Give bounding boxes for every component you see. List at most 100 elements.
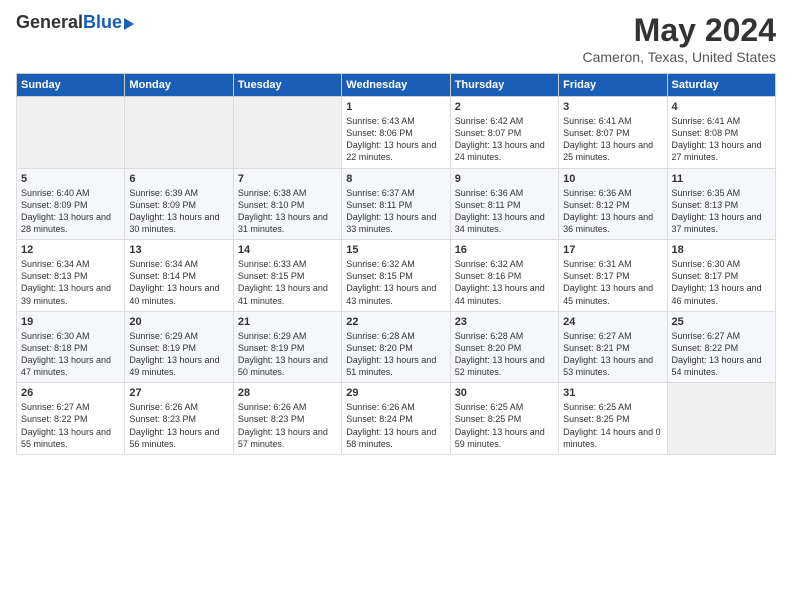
day-number: 3 (563, 101, 662, 113)
calendar-cell: 17Sunrise: 6:31 AMSunset: 8:17 PMDayligh… (559, 240, 667, 312)
day-number: 10 (563, 173, 662, 185)
day-info: Sunrise: 6:43 AMSunset: 8:06 PMDaylight:… (346, 115, 445, 164)
day-info: Sunrise: 6:34 AMSunset: 8:13 PMDaylight:… (21, 258, 120, 307)
day-info: Sunrise: 6:28 AMSunset: 8:20 PMDaylight:… (346, 330, 445, 379)
calendar-cell: 25Sunrise: 6:27 AMSunset: 8:22 PMDayligh… (667, 311, 775, 383)
calendar-header: SundayMondayTuesdayWednesdayThursdayFrid… (17, 74, 776, 97)
page: General Blue May 2024 Cameron, Texas, Un… (0, 0, 792, 612)
column-header-wednesday: Wednesday (342, 74, 450, 97)
calendar-cell: 16 Sunrise: 6:32 AMSunset: 8:16 PMDayligh… (450, 240, 558, 312)
day-info: Sunrise: 6:30 AMSunset: 8:17 PMDaylight:… (672, 258, 771, 307)
week-row-2: 12 Sunrise: 6:34 AMSunset: 8:13 PMDayligh… (17, 240, 776, 312)
day-info: Sunrise: 6:36 AMSunset: 8:12 PMDaylight:… (563, 187, 662, 236)
week-row-4: 26 Sunrise: 6:27 AMSunset: 8:22 PMDayligh… (17, 383, 776, 455)
calendar-cell: 19 Sunrise: 6:30 AMSunset: 8:18 PMDayligh… (17, 311, 125, 383)
day-number: 30 (455, 387, 554, 399)
day-info: Sunrise: 6:42 AMSunset: 8:07 PMDaylight:… (455, 115, 554, 164)
calendar-cell: 21Sunrise: 6:29 AMSunset: 8:19 PMDayligh… (233, 311, 341, 383)
day-number: 8 (346, 173, 445, 185)
calendar-cell: 8 Sunrise: 6:37 AMSunset: 8:11 PMDaylight… (342, 168, 450, 240)
calendar-cell: 29Sunrise: 6:26 AMSunset: 8:24 PMDayligh… (342, 383, 450, 455)
logo: General Blue (16, 12, 134, 33)
logo-blue: Blue (83, 12, 122, 33)
calendar-cell: 7Sunrise: 6:38 AMSunset: 8:10 PMDaylight… (233, 168, 341, 240)
calendar-cell: 12 Sunrise: 6:34 AMSunset: 8:13 PMDayligh… (17, 240, 125, 312)
week-row-1: 5 Sunrise: 6:40 AMSunset: 8:09 PMDaylight… (17, 168, 776, 240)
calendar-cell (17, 97, 125, 169)
subtitle: Cameron, Texas, United States (582, 49, 776, 65)
calendar-cell: 6Sunrise: 6:39 AMSunset: 8:09 PMDaylight… (125, 168, 233, 240)
day-number: 12 (21, 244, 120, 256)
calendar-body: 1 Sunrise: 6:43 AMSunset: 8:06 PMDaylight… (17, 97, 776, 455)
day-info: Sunrise: 6:34 AMSunset: 8:14 PMDaylight:… (129, 258, 228, 307)
day-number: 11 (672, 173, 771, 185)
day-info: Sunrise: 6:26 AMSunset: 8:23 PMDaylight:… (238, 401, 337, 450)
day-info: Sunrise: 6:33 AMSunset: 8:15 PMDaylight:… (238, 258, 337, 307)
day-number: 2 (455, 101, 554, 113)
calendar-cell: 13 Sunrise: 6:34 AMSunset: 8:14 PMDayligh… (125, 240, 233, 312)
column-header-saturday: Saturday (667, 74, 775, 97)
day-info: Sunrise: 6:41 AMSunset: 8:08 PMDaylight:… (672, 115, 771, 164)
day-number: 21 (238, 316, 337, 328)
header: General Blue May 2024 Cameron, Texas, Un… (16, 12, 776, 65)
calendar-cell: 28 Sunrise: 6:26 AMSunset: 8:23 PMDayligh… (233, 383, 341, 455)
day-info: Sunrise: 6:26 AMSunset: 8:24 PMDaylight:… (346, 401, 445, 450)
day-number: 9 (455, 173, 554, 185)
logo-arrow-icon (124, 18, 134, 30)
calendar-cell: 31Sunrise: 6:25 AMSunset: 8:25 PMDayligh… (559, 383, 667, 455)
day-number: 26 (21, 387, 120, 399)
calendar-cell: 2 Sunrise: 6:42 AMSunset: 8:07 PMDaylight… (450, 97, 558, 169)
calendar-cell (233, 97, 341, 169)
calendar-cell: 5 Sunrise: 6:40 AMSunset: 8:09 PMDaylight… (17, 168, 125, 240)
calendar-cell: 15 Sunrise: 6:32 AMSunset: 8:15 PMDayligh… (342, 240, 450, 312)
day-number: 22 (346, 316, 445, 328)
day-number: 16 (455, 244, 554, 256)
column-header-sunday: Sunday (17, 74, 125, 97)
calendar-cell (125, 97, 233, 169)
calendar-cell: 1 Sunrise: 6:43 AMSunset: 8:06 PMDaylight… (342, 97, 450, 169)
week-row-0: 1 Sunrise: 6:43 AMSunset: 8:06 PMDaylight… (17, 97, 776, 169)
day-number: 28 (238, 387, 337, 399)
week-row-3: 19 Sunrise: 6:30 AMSunset: 8:18 PMDayligh… (17, 311, 776, 383)
day-info: Sunrise: 6:27 AMSunset: 8:22 PMDaylight:… (21, 401, 120, 450)
day-number: 23 (455, 316, 554, 328)
day-info: Sunrise: 6:32 AMSunset: 8:15 PMDaylight:… (346, 258, 445, 307)
day-number: 4 (672, 101, 771, 113)
calendar-cell: 11 Sunrise: 6:35 AMSunset: 8:13 PMDayligh… (667, 168, 775, 240)
day-info: Sunrise: 6:32 AMSunset: 8:16 PMDaylight:… (455, 258, 554, 307)
calendar-cell: 10 Sunrise: 6:36 AMSunset: 8:12 PMDayligh… (559, 168, 667, 240)
day-info: Sunrise: 6:31 AMSunset: 8:17 PMDaylight:… (563, 258, 662, 307)
day-number: 25 (672, 316, 771, 328)
main-title: May 2024 (582, 12, 776, 49)
day-number: 5 (21, 173, 120, 185)
day-number: 1 (346, 101, 445, 113)
day-info: Sunrise: 6:29 AMSunset: 8:19 PMDaylight:… (129, 330, 228, 379)
calendar-cell: 22 Sunrise: 6:28 AMSunset: 8:20 PMDayligh… (342, 311, 450, 383)
day-info: Sunrise: 6:37 AMSunset: 8:11 PMDaylight:… (346, 187, 445, 236)
day-number: 24 (563, 316, 662, 328)
header-row: SundayMondayTuesdayWednesdayThursdayFrid… (17, 74, 776, 97)
day-info: Sunrise: 6:40 AMSunset: 8:09 PMDaylight:… (21, 187, 120, 236)
calendar-cell: 18 Sunrise: 6:30 AMSunset: 8:17 PMDayligh… (667, 240, 775, 312)
day-number: 19 (21, 316, 120, 328)
day-number: 31 (563, 387, 662, 399)
calendar-cell: 14 Sunrise: 6:33 AMSunset: 8:15 PMDayligh… (233, 240, 341, 312)
day-info: Sunrise: 6:35 AMSunset: 8:13 PMDaylight:… (672, 187, 771, 236)
day-info: Sunrise: 6:27 AMSunset: 8:21 PMDaylight:… (563, 330, 662, 379)
day-number: 15 (346, 244, 445, 256)
column-header-tuesday: Tuesday (233, 74, 341, 97)
column-header-thursday: Thursday (450, 74, 558, 97)
calendar-table: SundayMondayTuesdayWednesdayThursdayFrid… (16, 73, 776, 455)
calendar-cell: 4 Sunrise: 6:41 AMSunset: 8:08 PMDaylight… (667, 97, 775, 169)
day-number: 18 (672, 244, 771, 256)
day-number: 27 (129, 387, 228, 399)
day-info: Sunrise: 6:41 AMSunset: 8:07 PMDaylight:… (563, 115, 662, 164)
title-block: May 2024 Cameron, Texas, United States (582, 12, 776, 65)
day-number: 6 (129, 173, 228, 185)
column-header-friday: Friday (559, 74, 667, 97)
calendar-cell: 23Sunrise: 6:28 AMSunset: 8:20 PMDayligh… (450, 311, 558, 383)
logo-text: General Blue (16, 12, 134, 33)
day-number: 14 (238, 244, 337, 256)
day-number: 13 (129, 244, 228, 256)
day-info: Sunrise: 6:30 AMSunset: 8:18 PMDaylight:… (21, 330, 120, 379)
